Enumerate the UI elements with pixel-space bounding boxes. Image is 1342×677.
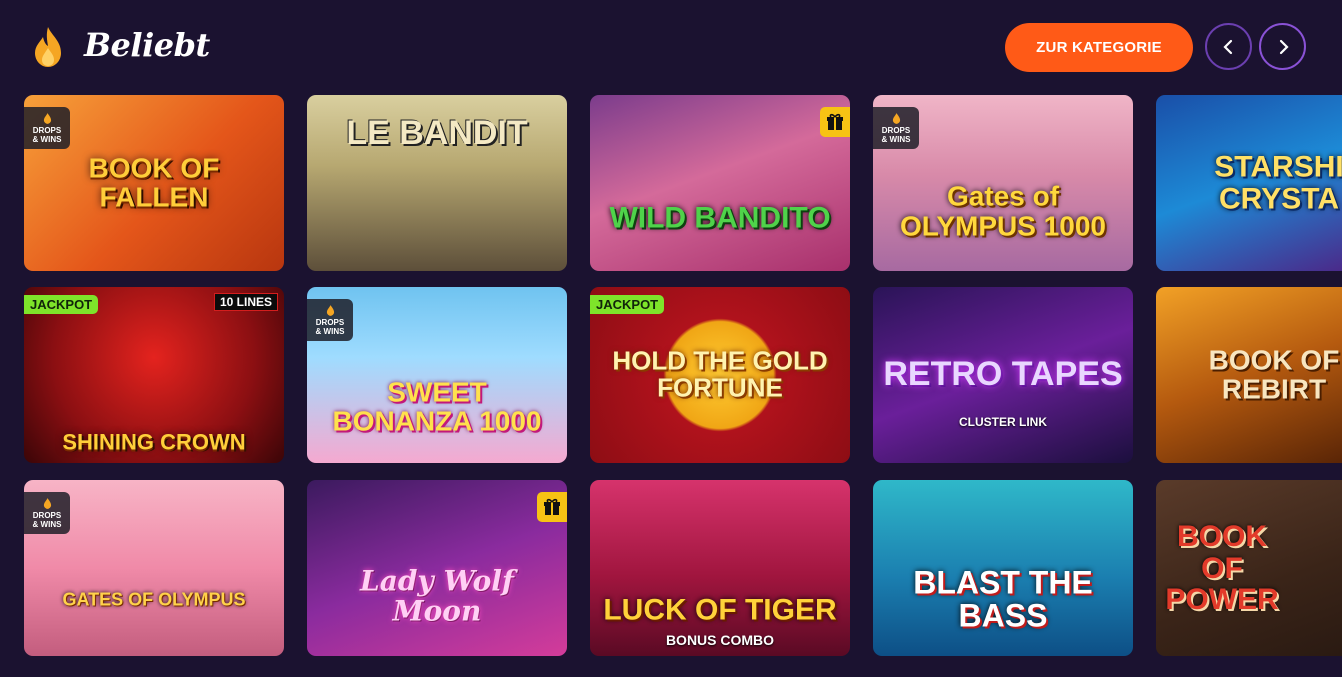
flame-icon	[43, 497, 51, 509]
game-title: LUCK OF TIGER	[603, 593, 837, 627]
game-title: BOOK OF POWER	[1165, 519, 1279, 616]
gift-badge	[537, 492, 567, 522]
chevron-left-icon	[1222, 39, 1232, 54]
game-title: HOLD THE GOLD FORTUNE	[612, 345, 828, 403]
badge-text: DROPS	[881, 125, 911, 135]
section-title: Beliebt	[84, 26, 210, 64]
game-tile-le-bandit[interactable]: LE BANDIT	[307, 95, 567, 271]
game-tile-hold-the-gold-fortune[interactable]: HOLD THE GOLD FORTUNE JACKPOT	[590, 287, 850, 463]
jackpot-badge: JACKPOT	[590, 295, 665, 314]
gift-icon	[544, 498, 560, 515]
game-tile-book-of-rebirth[interactable]: BOOK OF REBIRT	[1156, 287, 1342, 463]
flame-icon	[326, 304, 334, 316]
game-title: Gates of OLYMPUS 1000	[900, 180, 1106, 242]
game-title: BLAST THE BASS	[913, 564, 1093, 634]
game-tile-retro-tapes[interactable]: RETRO TAPES CLUSTER LINK	[873, 287, 1133, 463]
game-tile-sweet-bonanza-1000[interactable]: SWEET BONANZA 1000 DROPS & WINS	[307, 287, 567, 463]
previous-button[interactable]	[1205, 23, 1252, 70]
game-tile-wild-bandito[interactable]: WILD BANDITO	[590, 95, 850, 271]
badge-text: & WINS	[32, 134, 62, 144]
flame-icon	[35, 27, 61, 67]
game-tile-gates-of-olympus[interactable]: GATES OF OLYMPUS DROPS & WINS	[24, 480, 284, 656]
game-tile-book-of-fallen[interactable]: BOOK OF FALLEN DROPS & WINS	[24, 95, 284, 271]
game-tile-gates-of-olympus-1000[interactable]: Gates of OLYMPUS 1000 DROPS & WINS	[873, 95, 1133, 271]
section-header: Beliebt ZUR KATEGORIE	[0, 0, 1342, 95]
game-title: SWEET BONANZA 1000	[332, 376, 542, 437]
game-subtitle: CLUSTER LINK	[959, 415, 1047, 429]
drops-wins-badge: DROPS & WINS	[307, 299, 353, 341]
game-title: BOOK OF FALLEN	[88, 152, 220, 213]
lines-badge: 10 LINES	[213, 293, 278, 311]
to-category-button[interactable]: ZUR KATEGORIE	[1005, 23, 1193, 72]
game-tile-blast-the-bass[interactable]: BLAST THE BASS	[873, 480, 1133, 656]
flame-icon	[43, 112, 51, 124]
badge-text: DROPS	[32, 125, 62, 135]
game-tile-luck-of-tiger[interactable]: LUCK OF TIGER BONUS COMBO	[590, 480, 850, 656]
drops-wins-badge: DROPS & WINS	[24, 107, 70, 149]
game-tile-book-of-power[interactable]: BOOK OF POWER	[1156, 480, 1342, 656]
drops-wins-badge: DROPS & WINS	[24, 492, 70, 534]
game-title: RETRO TAPES	[883, 355, 1123, 394]
badge-text: & WINS	[315, 326, 345, 336]
game-title: BOOK OF REBIRT	[1208, 344, 1340, 405]
next-button[interactable]	[1259, 23, 1306, 70]
game-tile-lady-wolf-moon[interactable]: Lady Wolf Moon	[307, 480, 567, 656]
badge-text: DROPS	[32, 510, 62, 520]
chevron-right-icon	[1279, 39, 1289, 54]
game-title: Lady Wolf Moon	[360, 564, 514, 628]
game-title: GATES OF OLYMPUS	[62, 589, 246, 610]
game-title: STARSHI CRYSTA	[1214, 150, 1342, 215]
badge-text: & WINS	[881, 134, 911, 144]
game-tile-shining-crown[interactable]: SHINING CROWN JACKPOT 10 LINES	[24, 287, 284, 463]
flame-icon	[892, 112, 900, 124]
game-subtitle: BONUS COMBO	[665, 632, 775, 648]
badge-text: DROPS	[315, 317, 345, 327]
game-title: LE BANDIT	[346, 113, 528, 152]
gift-icon	[827, 113, 843, 130]
game-title: WILD BANDITO	[609, 201, 831, 235]
game-title: SHINING CROWN	[62, 429, 246, 455]
game-tile-starship-crystal[interactable]: STARSHI CRYSTA	[1156, 95, 1342, 271]
badge-text: & WINS	[32, 519, 62, 529]
drops-wins-badge: DROPS & WINS	[873, 107, 919, 149]
jackpot-badge: JACKPOT	[24, 295, 99, 314]
gift-badge	[820, 107, 850, 137]
